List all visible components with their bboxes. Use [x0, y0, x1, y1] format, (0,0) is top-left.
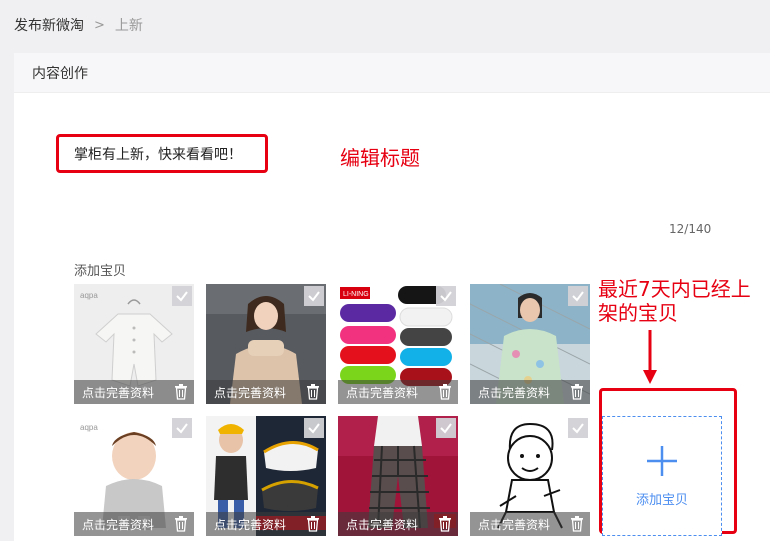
panel-title: 内容创作 — [32, 65, 88, 82]
title-input[interactable]: 掌柜有上新，快来看看吧！ — [56, 134, 268, 173]
complete-info-bar[interactable]: 点击完善资料 — [338, 380, 458, 404]
select-checkbox[interactable] — [436, 418, 456, 438]
product-card-7[interactable]: 点击完善资料 — [338, 416, 458, 536]
check-icon — [308, 423, 320, 434]
product-card-4[interactable]: 点击完善资料 — [470, 284, 590, 404]
product-card-3[interactable]: LI-NING 点击完善资料 — [338, 284, 458, 404]
complete-info-text: 点击完善资料 — [82, 517, 155, 532]
select-checkbox[interactable] — [304, 286, 324, 306]
check-icon — [440, 291, 452, 302]
complete-info-text: 点击完善资料 — [214, 517, 287, 532]
complete-info-bar[interactable]: 点击完善资料 — [74, 380, 194, 404]
complete-info-bar[interactable]: 点击完善资料 — [206, 512, 326, 536]
complete-info-text: 点击完善资料 — [214, 385, 287, 400]
trash-icon[interactable] — [306, 516, 320, 532]
check-icon — [572, 291, 584, 302]
breadcrumb-root-link[interactable]: 发布新微淘 — [14, 15, 84, 35]
content-panel: 内容创作 掌柜有上新，快来看看吧！ 编辑标题 12/140 添加宝贝 最近7天内… — [14, 53, 770, 541]
complete-info-text: 点击完善资料 — [346, 517, 419, 532]
annotation-recent-items: 最近7天内已经上架的宝贝 — [598, 277, 751, 325]
add-item-label: 添加宝贝 — [635, 492, 688, 508]
select-checkbox[interactable] — [172, 286, 192, 306]
trash-icon[interactable] — [174, 384, 188, 400]
complete-info-text: 点击完善资料 — [478, 517, 551, 532]
trash-icon[interactable] — [174, 516, 188, 532]
select-checkbox[interactable] — [568, 418, 588, 438]
select-checkbox[interactable] — [436, 286, 456, 306]
breadcrumb-separator: > — [94, 17, 105, 33]
complete-info-bar[interactable]: 点击完善资料 — [470, 512, 590, 536]
complete-info-bar[interactable]: 点击完善资料 — [470, 380, 590, 404]
add-item-button[interactable]: 添加宝贝 — [602, 416, 722, 536]
select-checkbox[interactable] — [172, 418, 192, 438]
check-icon — [440, 423, 452, 434]
select-checkbox[interactable] — [304, 418, 324, 438]
complete-info-bar[interactable]: 点击完善资料 — [206, 380, 326, 404]
complete-info-text: 点击完善资料 — [82, 385, 155, 400]
complete-info-text: 点击完善资料 — [478, 385, 551, 400]
product-card-6[interactable]: 点击完善资料 — [206, 416, 326, 536]
complete-info-bar[interactable]: 点击完善资料 — [338, 512, 458, 536]
complete-info-text: 点击完善资料 — [346, 385, 419, 400]
product-card-2[interactable]: 点击完善资料 — [206, 284, 326, 404]
complete-info-bar[interactable]: 点击完善资料 — [74, 512, 194, 536]
trash-icon[interactable] — [570, 516, 584, 532]
panel-header: 内容创作 — [14, 53, 770, 93]
annotation-arrow-icon — [643, 330, 657, 384]
add-items-label: 添加宝贝 — [74, 264, 127, 279]
breadcrumb-current: 上新 — [114, 18, 143, 34]
character-counter: 12/140 — [669, 222, 712, 236]
plus-icon — [647, 445, 677, 476]
check-icon — [308, 291, 320, 302]
check-icon — [176, 423, 188, 434]
product-brand-logo: aqpa — [80, 291, 98, 300]
breadcrumb: 发布新微淘 > 上新 — [14, 14, 143, 36]
product-brand-logo: aqpa — [80, 423, 98, 432]
product-card-1[interactable]: aqpa 点击完善资料 — [74, 284, 194, 404]
trash-icon[interactable] — [438, 516, 452, 532]
check-icon — [572, 423, 584, 434]
product-card-8[interactable]: 点击完善资料 — [470, 416, 590, 536]
trash-icon[interactable] — [306, 384, 320, 400]
select-checkbox[interactable] — [568, 286, 588, 306]
annotation-edit-title: 编辑标题 — [340, 146, 420, 170]
check-icon — [176, 291, 188, 302]
title-input-value: 掌柜有上新，快来看看吧！ — [74, 146, 242, 163]
trash-icon[interactable] — [438, 384, 452, 400]
product-card-5[interactable]: aqpa 点击完善资料 — [74, 416, 194, 536]
trash-icon[interactable] — [570, 384, 584, 400]
product-brand-logo: LI-NING — [343, 291, 369, 298]
